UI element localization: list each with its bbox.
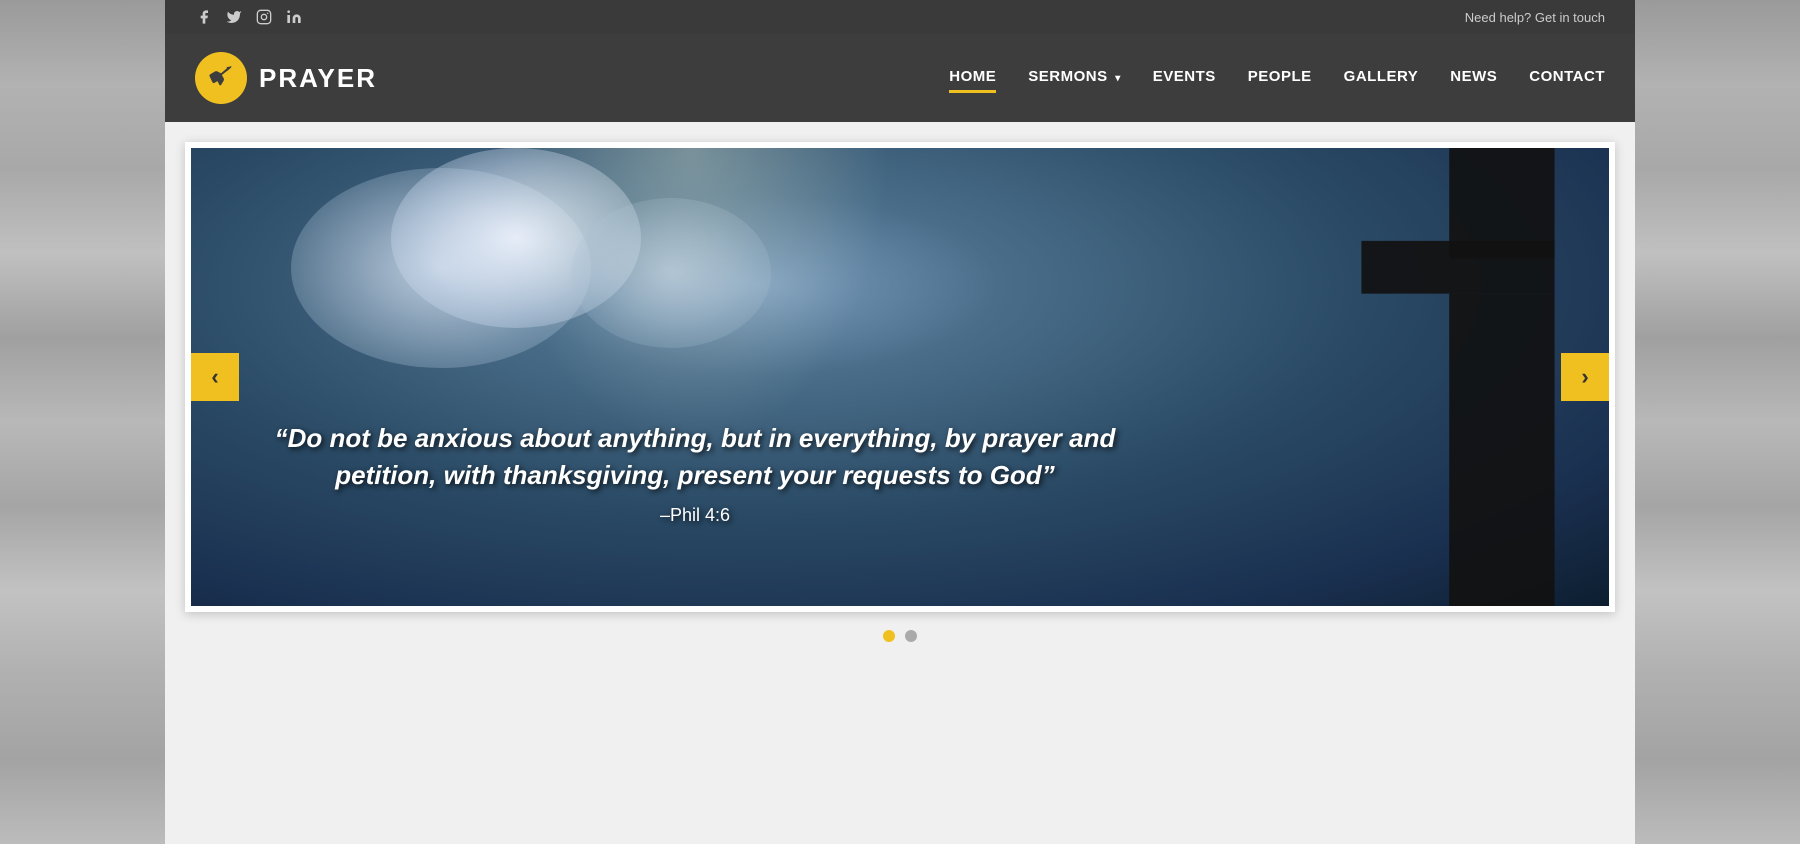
dove-icon — [207, 61, 235, 95]
logo[interactable]: PRAYER — [195, 52, 377, 104]
slider-dot-2[interactable] — [905, 630, 917, 642]
nav-gallery[interactable]: GALLERY — [1344, 68, 1419, 89]
light-rays — [491, 148, 891, 448]
slider-prev-button[interactable]: ‹ — [191, 353, 239, 401]
slider-dot-1[interactable] — [883, 630, 895, 642]
sermons-dropdown-arrow: ▾ — [1115, 73, 1121, 84]
slider-container: “Do not be anxious about anything, but i… — [165, 122, 1635, 692]
nav-sermons[interactable]: SERMONS ▾ — [1028, 68, 1121, 89]
slider-dots — [185, 630, 1615, 642]
quote-reference: –Phil 4:6 — [231, 505, 1159, 526]
twitter-icon[interactable] — [225, 8, 243, 26]
hero-slider: “Do not be anxious about anything, but i… — [185, 142, 1615, 612]
slide-background — [191, 148, 1609, 606]
help-text: Need help? Get in touch — [1465, 10, 1605, 25]
instagram-icon[interactable] — [255, 8, 273, 26]
main-nav: HOME SERMONS ▾ EVENTS PEOPLE GALLERY NEW… — [949, 68, 1605, 89]
header: PRAYER HOME SERMONS ▾ EVENTS PEOPLE GALL… — [165, 34, 1635, 122]
slide-quote: “Do not be anxious about anything, but i… — [231, 420, 1159, 526]
nav-events[interactable]: EVENTS — [1153, 68, 1216, 89]
logo-circle — [195, 52, 247, 104]
nav-news[interactable]: NEWS — [1450, 68, 1497, 89]
facebook-icon[interactable] — [195, 8, 213, 26]
nav-contact[interactable]: CONTACT — [1529, 68, 1605, 89]
slider-next-button[interactable]: › — [1561, 353, 1609, 401]
quote-text: “Do not be anxious about anything, but i… — [231, 420, 1159, 493]
top-bar: Need help? Get in touch — [165, 0, 1635, 34]
logo-text: PRAYER — [259, 63, 377, 94]
social-icons — [195, 8, 303, 26]
nav-home[interactable]: HOME — [949, 68, 996, 89]
linkedin-icon[interactable] — [285, 8, 303, 26]
cross-silhouette — [1119, 148, 1609, 606]
nav-people[interactable]: PEOPLE — [1248, 68, 1312, 89]
